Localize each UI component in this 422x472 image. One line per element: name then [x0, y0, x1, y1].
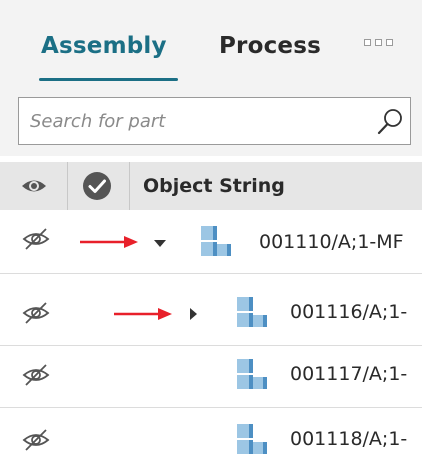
red-arrow-annotation [80, 236, 138, 248]
tab-assembly[interactable]: Assembly [41, 33, 167, 59]
expand-toggle[interactable] [190, 308, 197, 320]
red-arrow-annotation [114, 308, 172, 320]
object-string: 001110/A;1-MF [259, 231, 404, 253]
active-tab-indicator [39, 78, 178, 81]
tab-bar: Assembly Process [0, 0, 422, 88]
tab-process[interactable]: Process [219, 33, 321, 59]
object-string-column-header[interactable]: Object String [143, 175, 285, 197]
eye-slash-icon[interactable] [22, 301, 50, 325]
eye-icon[interactable] [20, 174, 48, 198]
object-string: 001118/A;1- [290, 428, 408, 450]
search-area: Search for part [0, 88, 422, 156]
eye-slash-icon[interactable] [22, 363, 50, 387]
eye-slash-icon[interactable] [22, 227, 50, 251]
search-icon[interactable] [375, 107, 405, 137]
part-icon [237, 359, 267, 389]
table-row[interactable]: 001118/A;1- [0, 406, 422, 470]
column-divider[interactable] [129, 162, 130, 210]
search-input[interactable]: Search for part [18, 97, 411, 145]
column-divider[interactable] [67, 162, 68, 210]
object-string: 001116/A;1- [290, 301, 408, 323]
table-row[interactable]: 001116/A;1- [0, 282, 422, 346]
collapse-toggle[interactable] [154, 240, 166, 247]
part-icon [201, 226, 231, 256]
part-icon [237, 297, 267, 327]
check-circle-icon[interactable] [82, 171, 112, 201]
table-row[interactable]: 001110/A;1-MF [0, 210, 422, 274]
eye-slash-icon[interactable] [22, 428, 50, 452]
object-string: 001117/A;1- [290, 363, 408, 385]
part-icon [237, 424, 267, 454]
table-row[interactable]: 001117/A;1- [0, 344, 422, 408]
table-header: Object String [0, 162, 422, 210]
more-options-icon[interactable] [364, 39, 398, 49]
search-placeholder: Search for part [30, 111, 166, 132]
